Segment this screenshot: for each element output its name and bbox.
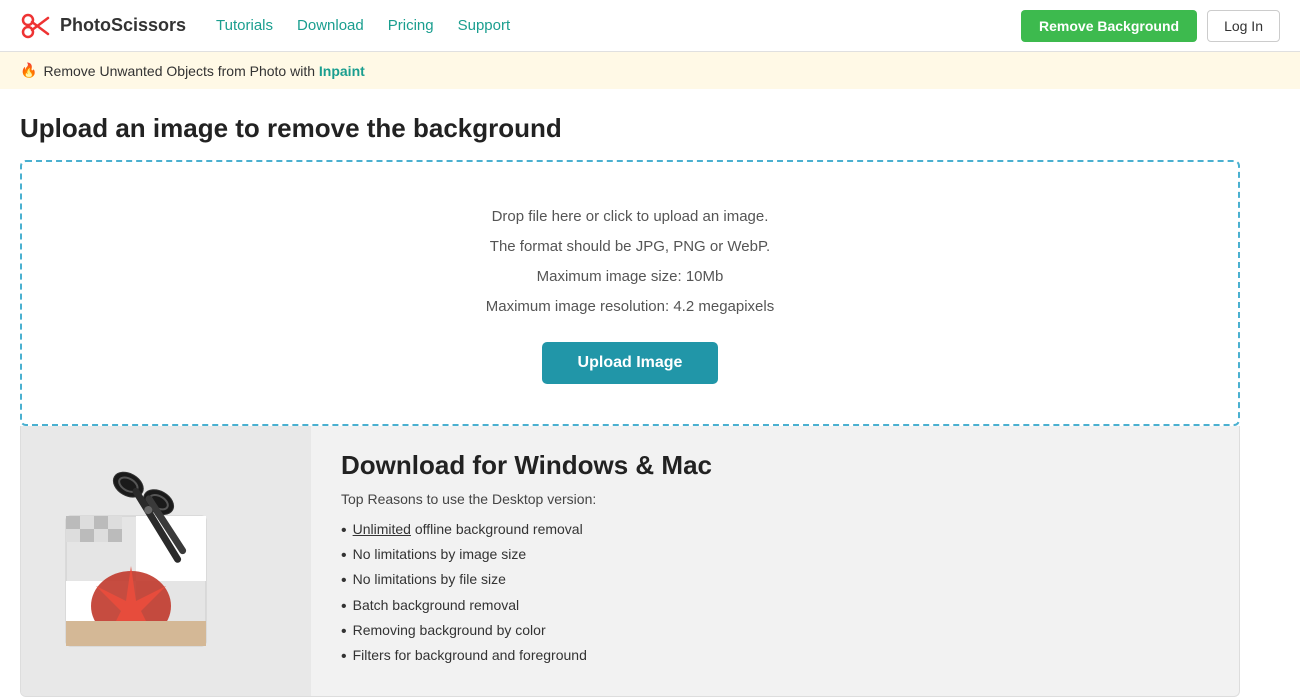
download-section: Download for Windows & Mac Top Reasons t…	[20, 426, 1240, 697]
feature-item-6: Filters for background and foreground	[341, 647, 712, 666]
main-content: Upload an image to remove the background…	[0, 89, 1260, 697]
banner-text: Remove Unwanted Objects from Photo with	[43, 63, 315, 79]
nav-tutorials[interactable]: Tutorials	[216, 17, 273, 34]
upload-line2: The format should be JPG, PNG or WebP.	[42, 232, 1218, 262]
feature-list: Unlimited offline background removal No …	[341, 521, 712, 666]
inpaint-link[interactable]: Inpaint	[319, 63, 365, 79]
upload-description: Drop file here or click to upload an ima…	[42, 202, 1218, 322]
download-image-area	[21, 426, 311, 696]
header: PhotoScissors Tutorials Download Pricing…	[0, 0, 1300, 52]
fire-icon: 🔥	[20, 62, 37, 79]
feature-item-5: Removing background by color	[341, 622, 712, 641]
nav-download[interactable]: Download	[297, 17, 364, 34]
scissors-illustration	[36, 456, 296, 666]
download-subtitle: Top Reasons to use the Desktop version:	[341, 491, 712, 507]
remove-background-button[interactable]: Remove Background	[1021, 10, 1197, 42]
upload-dropzone[interactable]: Drop file here or click to upload an ima…	[20, 160, 1240, 426]
download-title: Download for Windows & Mac	[341, 450, 712, 481]
nav-pricing[interactable]: Pricing	[388, 17, 434, 34]
feature-6-text: Filters for background and foreground	[353, 647, 587, 663]
feature-unlimited: Unlimited	[353, 521, 411, 537]
feature-item-3: No limitations by file size	[341, 571, 712, 590]
feature-item-1: Unlimited offline background removal	[341, 521, 712, 540]
feature-5-text: Removing background by color	[353, 622, 546, 638]
feature-2-text: No limitations by image size	[353, 546, 527, 562]
page-title: Upload an image to remove the background	[20, 113, 1240, 144]
feature-item-4: Batch background removal	[341, 597, 712, 616]
header-actions: Remove Background Log In	[1021, 10, 1280, 42]
upload-image-button[interactable]: Upload Image	[542, 342, 719, 384]
feature-item-2: No limitations by image size	[341, 546, 712, 565]
promo-banner: 🔥 Remove Unwanted Objects from Photo wit…	[0, 52, 1300, 89]
logo-icon	[20, 10, 52, 42]
download-content: Download for Windows & Mac Top Reasons t…	[311, 426, 742, 696]
upload-line1: Drop file here or click to upload an ima…	[42, 202, 1218, 232]
login-button[interactable]: Log In	[1207, 10, 1280, 42]
feature-3-text: No limitations by file size	[353, 571, 506, 587]
main-nav: Tutorials Download Pricing Support	[216, 17, 1021, 34]
nav-support[interactable]: Support	[458, 17, 511, 34]
feature-4-text: Batch background removal	[353, 597, 520, 613]
logo-text: PhotoScissors	[60, 15, 186, 36]
upload-line3: Maximum image size: 10Mb	[42, 262, 1218, 292]
feature-1-rest: offline background removal	[411, 521, 583, 537]
upload-line4: Maximum image resolution: 4.2 megapixels	[42, 292, 1218, 322]
logo-area: PhotoScissors	[20, 10, 186, 42]
